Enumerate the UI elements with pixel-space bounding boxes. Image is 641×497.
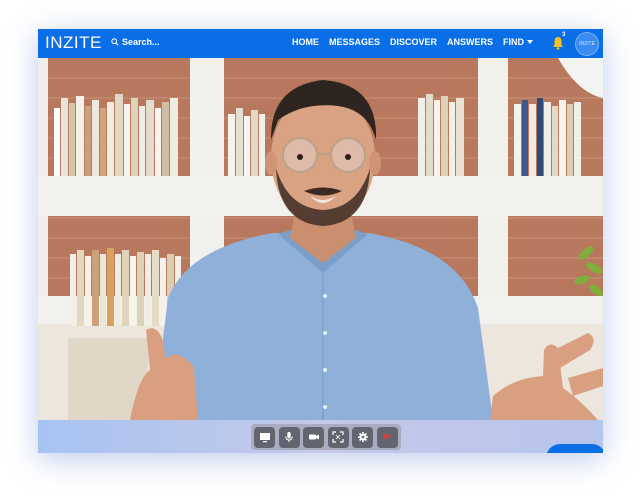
nav-find-label: FIND: [503, 37, 524, 47]
app-logo[interactable]: INZITE: [45, 33, 102, 53]
video-frame-image: [38, 58, 603, 420]
screen-share-button[interactable]: [254, 426, 275, 448]
floating-action-button[interactable]: [546, 444, 603, 453]
nav-messages[interactable]: MESSAGES: [329, 37, 380, 47]
settings-button[interactable]: [352, 426, 374, 448]
screen-share-icon: [259, 433, 270, 443]
microphone-button[interactable]: [278, 426, 300, 448]
search-placeholder: Search...: [122, 37, 160, 47]
nav-discover[interactable]: DISCOVER: [390, 37, 437, 47]
nav-find[interactable]: FIND: [503, 37, 533, 47]
fullscreen-icon: [332, 431, 344, 443]
video-feed: [38, 58, 603, 420]
end-call-button[interactable]: [376, 426, 398, 448]
notification-count: 3: [562, 32, 566, 38]
camera-icon: [308, 434, 319, 440]
app-window: INZITE Search... HOME MESSAGES DISCOVER …: [38, 29, 603, 453]
search-input[interactable]: Search...: [111, 37, 160, 47]
top-navigation-bar: INZITE Search... HOME MESSAGES DISCOVER …: [38, 29, 603, 58]
fullscreen-button[interactable]: [327, 426, 349, 448]
end-call-icon: [383, 434, 392, 440]
call-controls: [251, 424, 401, 450]
main-nav: HOME MESSAGES DISCOVER ANSWERS FIND: [292, 37, 533, 47]
chevron-down-icon: [527, 40, 533, 44]
microphone-icon: [285, 432, 293, 442]
settings-icon: [357, 432, 368, 442]
search-icon: [111, 38, 119, 46]
nav-home[interactable]: HOME: [292, 37, 319, 47]
avatar[interactable]: INZITE: [575, 32, 599, 56]
nav-answers[interactable]: ANSWERS: [447, 37, 493, 47]
camera-button[interactable]: [303, 426, 325, 448]
bell-icon[interactable]: [552, 36, 564, 50]
